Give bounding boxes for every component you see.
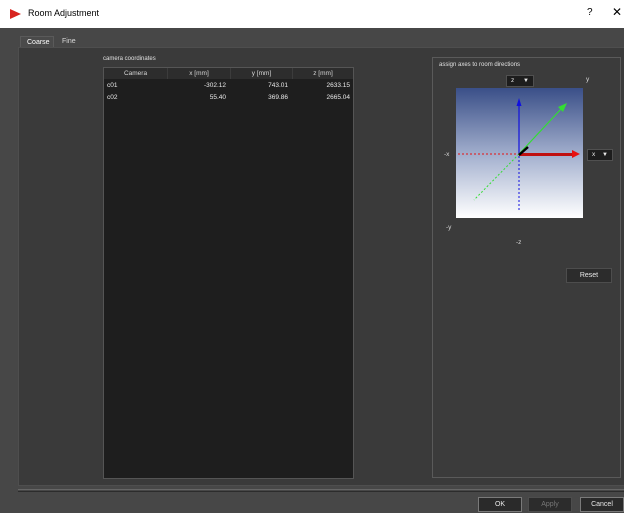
title-bar: Room Adjustment ? ✕: [0, 0, 624, 28]
cancel-button-label: Cancel: [591, 501, 613, 508]
tab-coarse-label: Coarse: [27, 39, 50, 46]
label-neg-x: -x: [444, 151, 450, 158]
column-header-y[interactable]: y [mm]: [231, 68, 293, 79]
axes-assignment-title: assign axes to room directions: [439, 62, 521, 68]
reset-button-label: Reset: [579, 272, 599, 279]
tab-fine-label: Fine: [62, 38, 76, 45]
column-header-camera[interactable]: Camera: [104, 68, 168, 79]
x-axis-bar: [519, 153, 574, 156]
cancel-button[interactable]: Cancel: [580, 497, 624, 512]
cell-z: 2633.15: [326, 82, 351, 89]
apply-button-label: Apply: [541, 501, 559, 508]
cell-camera: c01: [107, 82, 118, 89]
right-axis-value: x: [592, 151, 596, 158]
axes-3d-viewport[interactable]: [456, 88, 583, 218]
table-header: Camera x [mm] y [mm] z [mm]: [104, 68, 353, 79]
ok-button-label: OK: [494, 501, 506, 508]
cell-z: 2665.04: [326, 94, 351, 101]
top-axis-dropdown[interactable]: z ▼: [506, 75, 534, 87]
right-axis-dropdown[interactable]: x ▼: [587, 149, 613, 161]
table-row[interactable]: c01 -302.12 743.01 2633.15: [104, 80, 353, 91]
cell-y: 743.01: [268, 82, 288, 89]
column-header-x[interactable]: x [mm]: [168, 68, 231, 79]
cell-camera: c02: [107, 94, 118, 101]
chevron-down-icon: ▼: [523, 78, 529, 84]
window-title: Room Adjustment: [28, 8, 100, 18]
label-y: y: [586, 76, 590, 83]
cell-x: 55.40: [209, 94, 226, 101]
label-neg-y: -y: [446, 224, 452, 231]
cell-x: -302.12: [203, 82, 226, 89]
ok-button[interactable]: OK: [478, 497, 522, 512]
reset-button[interactable]: Reset: [566, 268, 612, 283]
help-button[interactable]: ?: [587, 7, 593, 18]
column-header-z[interactable]: z [mm]: [293, 68, 353, 79]
top-axis-value: z: [511, 77, 515, 84]
table-row[interactable]: c02 55.40 369.86 2665.04: [104, 92, 353, 103]
cell-y: 369.86: [268, 94, 288, 101]
camera-coordinates-label: camera coordinates: [103, 56, 156, 62]
close-button[interactable]: ✕: [612, 5, 622, 19]
chevron-down-icon: ▼: [602, 152, 608, 158]
footer-separator-shadow: [18, 491, 624, 492]
camera-coordinates-table[interactable]: Camera x [mm] y [mm] z [mm] c01 -302.12 …: [103, 67, 354, 479]
apply-button[interactable]: Apply: [528, 497, 572, 512]
footer-separator: [18, 489, 624, 490]
label-neg-z: -z: [516, 239, 522, 246]
app-logo-icon: [10, 9, 21, 19]
